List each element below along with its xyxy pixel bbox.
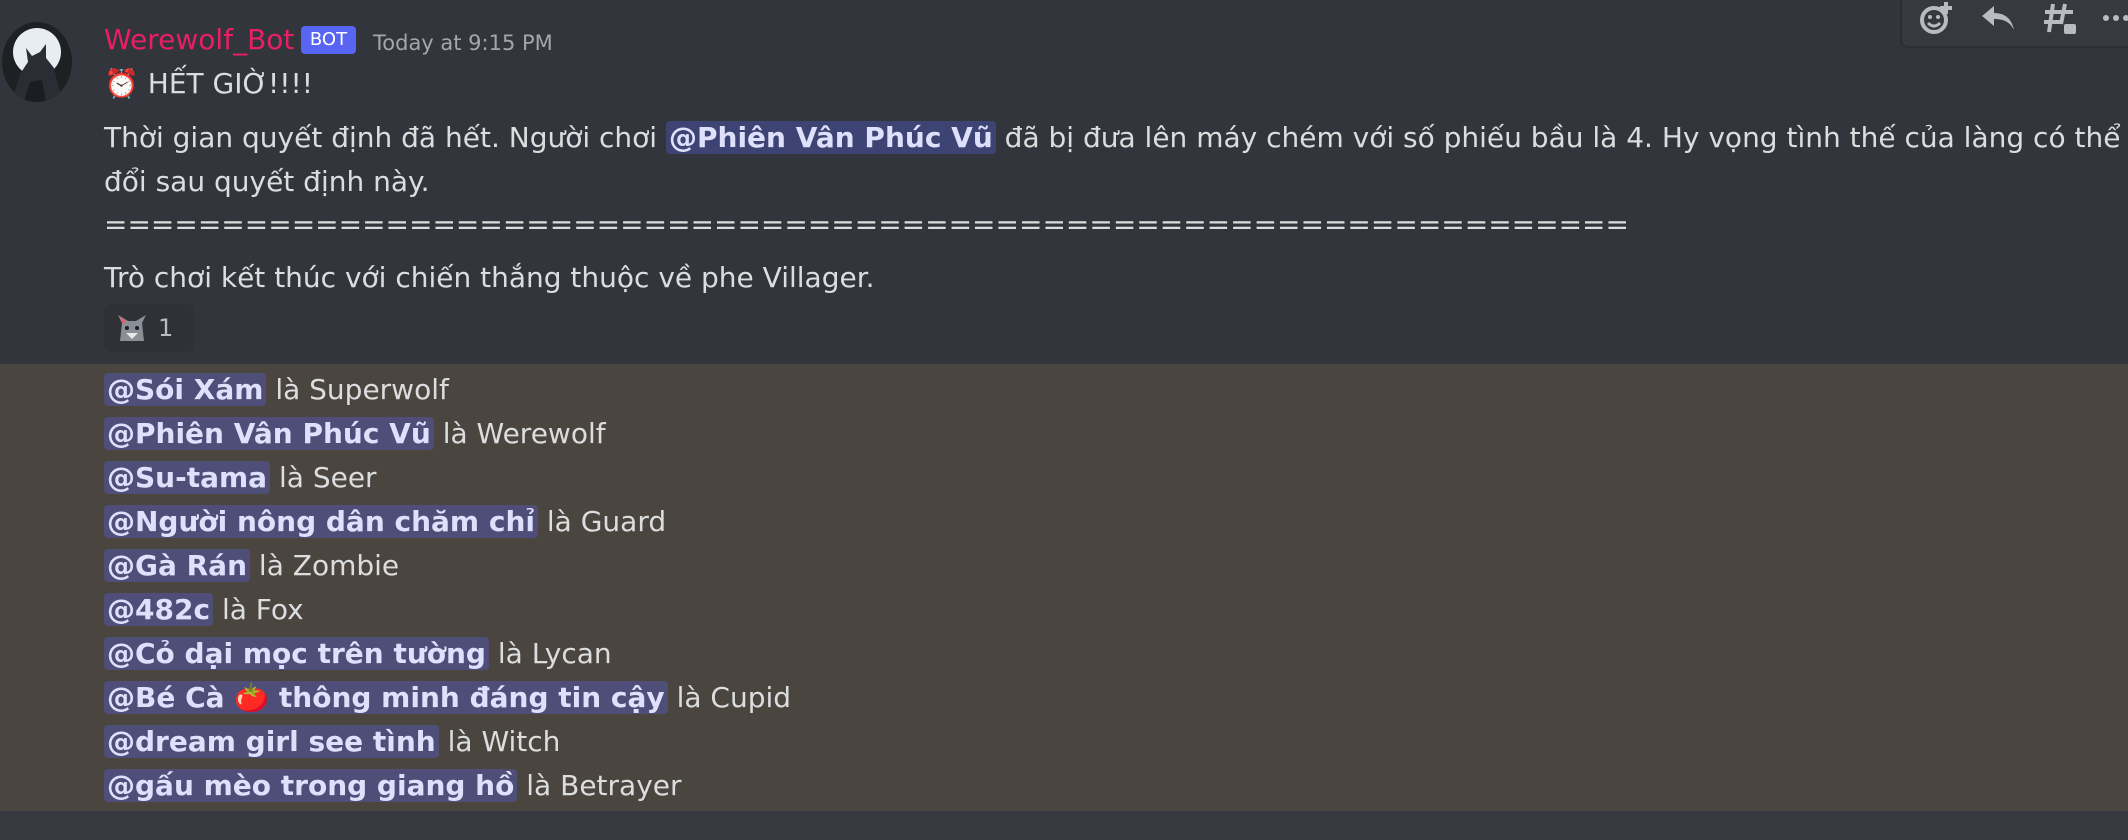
user-mention[interactable]: @Sói Xám — [104, 373, 267, 406]
role-text: là Cupid — [676, 681, 792, 714]
role-text: là Lycan — [497, 637, 612, 670]
message-body-line2: đổi sau quyết định này. — [104, 165, 430, 198]
role-text: là Werewolf — [442, 417, 606, 450]
add-reaction-icon[interactable] — [1914, 0, 1958, 38]
list-item: @Phiên Vân Phúc Vũ là Werewolf — [104, 412, 606, 456]
bot-avatar[interactable] — [2, 22, 72, 102]
role-text: là Witch — [447, 725, 561, 758]
list-item: @Người nông dân chăm chỉ là Guard — [104, 500, 666, 544]
more-icon[interactable] — [2094, 0, 2128, 38]
create-thread-icon[interactable] — [2038, 0, 2082, 38]
role-text: là Guard — [546, 505, 667, 538]
message-timestamp[interactable]: Today at 9:15 PM — [373, 29, 553, 57]
title-text: HẾT GIỜ!!!! — [147, 67, 313, 100]
user-mention[interactable]: @482c — [104, 593, 214, 626]
user-mention[interactable]: @Phiên Vân Phúc Vũ — [104, 417, 434, 450]
user-mention[interactable]: @Người nông dân chăm chỉ — [104, 505, 538, 538]
role-text: là Fox — [221, 593, 304, 626]
user-mention[interactable]: @Gà Rán — [104, 549, 251, 582]
game-result-text: Trò chơi kết thúc với chiến thắng thuộc … — [104, 261, 875, 294]
role-text: là Seer — [278, 461, 377, 494]
role-reveal-list: @Sói Xám là Superwolf @Phiên Vân Phúc Vũ… — [0, 364, 2128, 811]
mention-text-post: thông minh đáng tin cậy — [278, 681, 665, 714]
message-title: ⏰ HẾT GIỜ!!!! — [104, 62, 2104, 106]
role-text: là Zombie — [258, 549, 400, 582]
user-mention[interactable]: @dream girl see tình — [104, 725, 439, 758]
author-name[interactable]: Werewolf_Bot — [104, 22, 294, 58]
list-item: @482c là Fox — [104, 588, 304, 632]
list-item: @gấu mèo trong giang hồ là Betrayer — [104, 764, 682, 808]
reaction-pill[interactable]: 1 — [104, 304, 194, 352]
bot-badge: BOT — [301, 26, 356, 54]
alarm-clock-icon: ⏰ — [104, 67, 139, 100]
separator-line: ========================================… — [104, 208, 1629, 241]
list-item: @Gà Rán là Zombie — [104, 544, 399, 588]
mention-text-pre: @Bé Cà — [107, 681, 225, 714]
user-mention[interactable]: @Bé Cà 🍅 thông minh đáng tin cậy — [104, 681, 668, 714]
list-item: @dream girl see tình là Witch — [104, 720, 560, 764]
wolf-emoji-icon — [118, 315, 146, 341]
role-text: là Betrayer — [526, 769, 682, 802]
user-mention[interactable]: @Cỏ dại mọc trên tường — [104, 637, 489, 670]
user-mention[interactable]: @gấu mèo trong giang hồ — [104, 769, 518, 802]
user-mention[interactable]: @Su-tama — [104, 461, 271, 494]
body-text-pre: Thời gian quyết định đã hết. Người chơi — [104, 121, 658, 154]
message-body-line1: Thời gian quyết định đã hết. Người chơi … — [104, 116, 2128, 160]
user-mention[interactable]: @Phiên Vân Phúc Vũ — [665, 121, 996, 154]
role-text: là Superwolf — [275, 373, 449, 406]
tomato-icon: 🍅 — [234, 681, 270, 714]
list-item: @Sói Xám là Superwolf — [104, 368, 449, 412]
reply-icon[interactable] — [1976, 0, 2020, 38]
list-item: @Cỏ dại mọc trên tường là Lycan — [104, 632, 612, 676]
message-actions-toolbar — [1900, 0, 2128, 48]
reaction-count: 1 — [158, 314, 174, 342]
bottom-divider — [0, 811, 2128, 840]
bot-message: Werewolf_Bot BOT Today at 9:15 PM ⏰ HẾT … — [0, 0, 2128, 364]
body-text-post: đã bị đưa lên máy chém với số phiếu bầu … — [1004, 121, 2128, 154]
list-item: @Su-tama là Seer — [104, 456, 377, 500]
list-item: @Bé Cà 🍅 thông minh đáng tin cậy là Cupi… — [104, 676, 791, 720]
